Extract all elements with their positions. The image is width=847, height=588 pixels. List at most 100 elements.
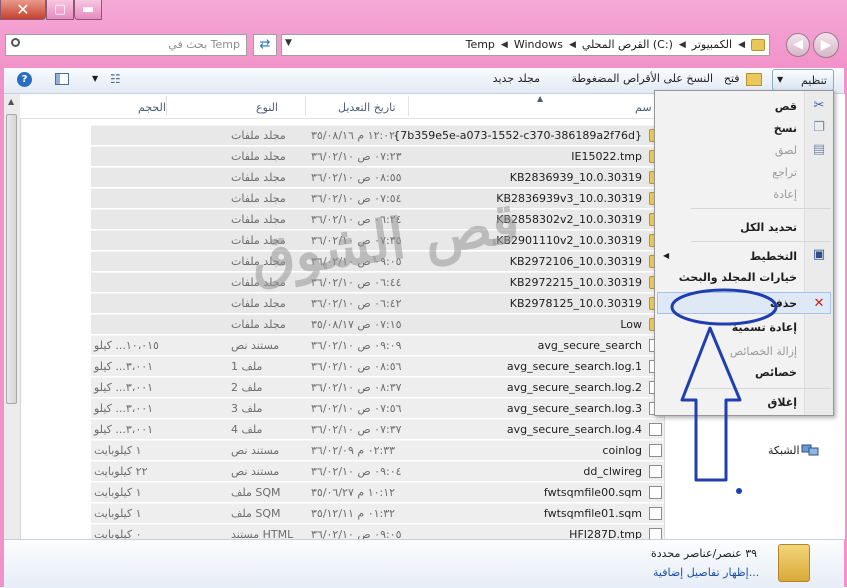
menu-item-paste: لصق — [774, 144, 797, 157]
cell-date: ٠٨:٥٦ ص ٣٦/٠٢/١٠ — [311, 360, 402, 373]
layout-icon: ▣ — [812, 247, 826, 262]
table-row[interactable]: KB2978125_10.0.30319 ٠٦:٤٢ ص ٣٦/٠٢/١٠ مجلد… — [91, 293, 664, 313]
table-row[interactable]: coinlog ٠٢:٣٣ م ٣٦/٠٢/٠٩ مستند نص ١ كيلوباي… — [91, 440, 664, 460]
folder-icon — [778, 544, 810, 582]
submenu-arrow-icon: ◀ — [663, 251, 670, 260]
folder-icon — [751, 38, 765, 51]
table-row[interactable]: avg_secure_search.log.1 ٠٨:٥٦ ص ٣٦/٠٢/١٠ م… — [91, 356, 664, 376]
chevron-down-icon: ▼ — [777, 75, 784, 84]
vertical-scrollbar[interactable]: ▲ — [4, 94, 21, 539]
cell-type: ملف 1 — [231, 360, 263, 373]
menu-item-copy[interactable]: نسخ — [774, 122, 797, 135]
selected-count: ٣٩ عنصر/عناصر محددة — [651, 547, 758, 560]
close-icon: ✕ — [16, 0, 30, 19]
open-label: فتح — [723, 72, 740, 85]
cell-date: ٠٧:٥٤ ص ٣٦/٠٢/١٠ — [311, 192, 402, 205]
table-row[interactable]: fwtsqmfile01.sqm ٠١:٣٢ م ٣٥/١٢/١١ ملف SQM ١… — [91, 503, 664, 523]
table-row[interactable]: KB2836939_10.0.30319 ٠٨:٥٥ ص ٣٦/٠٢/١٠ مجلد… — [91, 167, 664, 187]
minimize-button[interactable]: ▬ — [74, 0, 102, 20]
maximize-button[interactable]: ▢ — [46, 0, 74, 20]
cell-name: {7b359e5e-a073-1552-c370-386189a2f76d} — [393, 129, 642, 142]
table-row[interactable]: avg_secure_search.log.2 ٠٨:٣٧ ص ٣٦/٠٢/١٠ م… — [91, 377, 664, 397]
cell-size: ٣،٠٠١... كيلو — [94, 360, 154, 373]
menu-item-cut[interactable]: قص — [775, 100, 797, 113]
search-icon — [11, 38, 20, 47]
new-folder-button[interactable]: مجلد جديد — [493, 72, 540, 85]
table-row[interactable]: avg_secure_search.log.3 ٠٧:٥٦ ص ٣٦/٠٢/١٠ م… — [91, 398, 664, 418]
organize-label: تنظيم — [800, 74, 827, 87]
table-row[interactable]: avg_secure_search.log.4 ٠٧:٣٧ ص ٣٦/٠٢/١٠ م… — [91, 419, 664, 439]
column-type[interactable]: النوع — [256, 101, 278, 114]
help-icon[interactable]: ? — [17, 72, 32, 87]
table-row[interactable]: {7b359e5e-a073-1552-c370-386189a2f76d} ١٢… — [91, 125, 664, 145]
chevron-icon[interactable]: ◀ — [738, 40, 745, 50]
table-row[interactable]: avg_secure_search ٠٩:٠٩ ص ٣٦/٠٢/١٠ مستند ن… — [91, 335, 664, 355]
cell-type: ملف 3 — [231, 402, 263, 415]
cell-date: ٠٨:٣٧ ص ٣٦/٠٢/١٠ — [311, 381, 402, 394]
chevron-icon[interactable]: ◀ — [569, 40, 576, 50]
view-icon[interactable]: ☷ — [110, 73, 124, 85]
cell-type: مجلد ملفات — [231, 192, 286, 205]
scissors-icon: ✂ — [813, 98, 825, 113]
cell-type: مستند نص — [231, 444, 280, 457]
cell-date: ٠٢:٣٣ م ٣٦/٠٢/٠٩ — [311, 444, 396, 457]
table-row[interactable]: KB2836939v3_10.0.30319 ٠٧:٥٤ ص ٣٦/٠٢/١٠ مج… — [91, 188, 664, 208]
breadcrumb-computer[interactable]: الكمبيوتر — [692, 38, 732, 51]
burn-button[interactable]: النسخ على الأقراص المضغوطة — [572, 72, 713, 85]
cell-size: ١ كيلوبايت — [94, 507, 142, 520]
table-row[interactable]: fwtsqmfile00.sqm ١٠:١٢ م ٣٥/٠٦/٢٧ ملف SQM ١… — [91, 482, 664, 502]
cell-date: ٠٩:٠٤ ص ٣٦/٠٢/١٠ — [311, 465, 402, 478]
cell-date: ٠٧:٣٧ ص ٣٦/٠٢/١٠ — [311, 423, 402, 436]
scroll-up-icon[interactable]: ▲ — [8, 97, 14, 106]
address-history-dropdown-icon[interactable]: ▼ — [285, 38, 292, 48]
column-header: الحجم النوع تاريخ التعديل ▲ سم — [20, 94, 670, 119]
refresh-icon: ⇄ — [259, 37, 271, 52]
search-input[interactable]: بحث في Temp — [5, 34, 247, 56]
open-button[interactable]: فتح — [724, 72, 762, 86]
breadcrumb-local-disk[interactable]: القرص المحلي (C:) — [582, 38, 673, 51]
table-row[interactable]: Low ٠٧:١٥ ص ٣٥/٠٨/١٧ مجلد ملفات — [91, 314, 664, 334]
delete-icon: ✕ — [813, 296, 825, 311]
column-size[interactable]: الحجم — [138, 101, 166, 114]
forward-button[interactable]: ◀ — [786, 33, 810, 57]
network-icon — [801, 442, 819, 458]
cell-type: مستند نص — [231, 339, 280, 352]
document-icon — [649, 507, 662, 520]
scrollbar-thumb[interactable] — [6, 114, 17, 404]
address-bar[interactable]: ▼ ◀ الكمبيوتر ◀ القرص المحلي (C:) ◀ Wind… — [281, 34, 770, 56]
cell-type: مجلد ملفات — [231, 150, 286, 163]
show-more-details-link[interactable]: إظهار تفاصيل إضافية... — [653, 566, 759, 579]
cell-type: ملف 2 — [231, 381, 263, 394]
annotation-circle — [670, 288, 778, 326]
cell-type: ملف 4 — [231, 423, 263, 436]
menu-item-undo: تراجع — [772, 166, 797, 179]
view-dropdown-icon[interactable]: ▼ — [92, 74, 98, 83]
column-name[interactable]: سم — [635, 101, 652, 114]
minimize-icon: ▬ — [81, 2, 95, 17]
breadcrumb-temp[interactable]: Temp — [466, 38, 495, 51]
refresh-button[interactable]: ⇄ — [253, 34, 277, 56]
search-placeholder: بحث في Temp — [168, 38, 240, 51]
menu-item-layout[interactable]: التخطيط — [750, 250, 797, 263]
cell-type: ملف SQM — [231, 486, 281, 499]
chevron-icon[interactable]: ◀ — [501, 40, 508, 50]
back-button[interactable]: ▶ — [813, 32, 839, 58]
close-button[interactable]: ✕ — [0, 0, 46, 20]
annotation-arrow — [680, 326, 742, 482]
organize-button[interactable]: تنظيم ▼ — [772, 69, 834, 91]
cell-date: ٠١:٣٢ م ٣٥/١٢/١١ — [311, 507, 396, 520]
column-date[interactable]: تاريخ التعديل — [338, 101, 396, 114]
chevron-icon[interactable]: ◀ — [679, 40, 686, 50]
arrow-right-icon: ▶ — [820, 37, 832, 53]
cell-type: ملف SQM — [231, 507, 281, 520]
cell-date: ٠٧:٥٦ ص ٣٦/٠٢/١٠ — [311, 402, 402, 415]
cell-date: ١٢:٠٢ م ٣٥/٠٨/١٦ — [311, 129, 396, 142]
preview-pane-icon[interactable] — [55, 73, 69, 85]
menu-item-select-all[interactable]: تحديد الكل — [740, 221, 797, 234]
cell-type: مجلد ملفات — [231, 318, 286, 331]
table-row[interactable]: dd_clwireg ٠٩:٠٤ ص ٣٦/٠٢/١٠ مستند نص ٢٢ كيل… — [91, 461, 664, 481]
breadcrumb-windows[interactable]: Windows — [514, 38, 563, 51]
table-row[interactable]: IE15022.tmp ٠٧:٢٣ ص ٣٦/٠٢/١٠ مجلد ملفات — [91, 146, 664, 166]
menu-item-redo: إعادة — [773, 188, 797, 201]
folder-open-icon — [746, 72, 762, 86]
